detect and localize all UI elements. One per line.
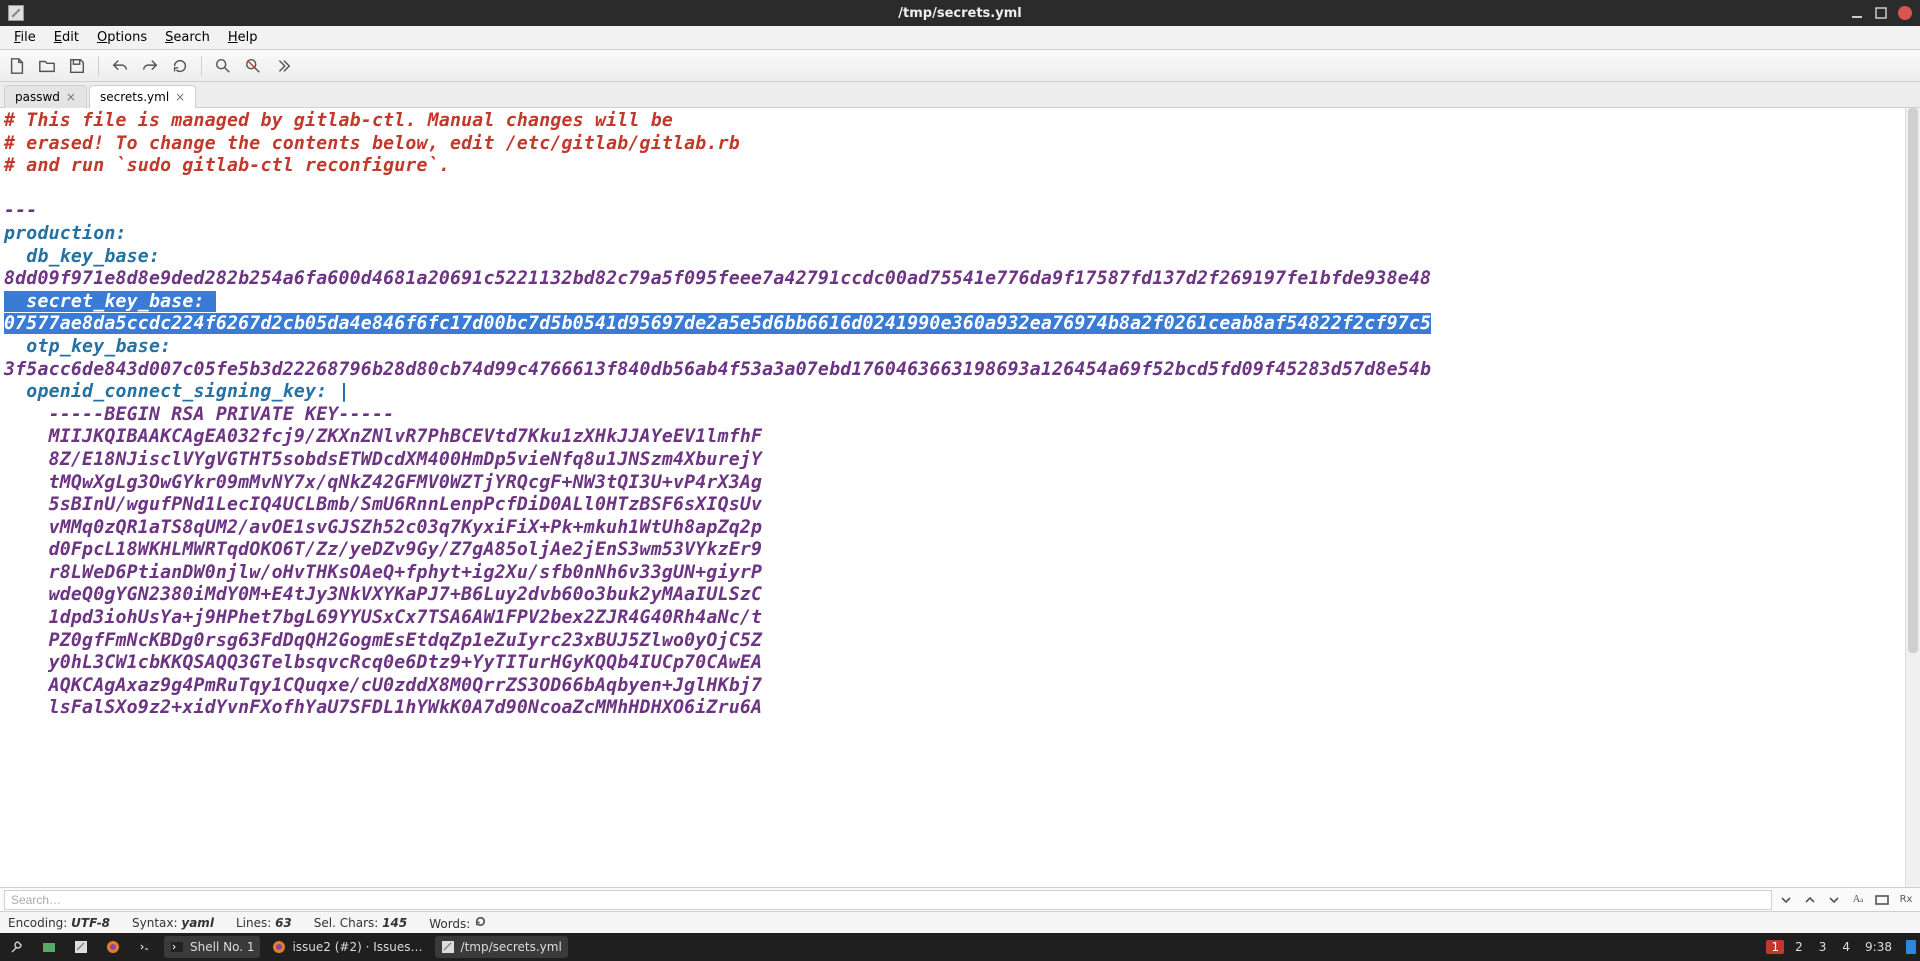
new-file-button[interactable]	[6, 55, 28, 77]
taskbar-item-label: issue2 (#2) · Issues…	[292, 940, 422, 954]
redo-button[interactable]	[139, 55, 161, 77]
workspace-4[interactable]: 4	[1837, 940, 1855, 954]
taskbar-item-firefox[interactable]: issue2 (#2) · Issues…	[266, 936, 428, 958]
search-next-icon[interactable]	[1824, 890, 1844, 910]
editor-area[interactable]: # This file is managed by gitlab-ctl. Ma…	[0, 108, 1920, 887]
search-bar: Aa Rx	[0, 887, 1920, 911]
taskbar-item-editor[interactable]: /tmp/secrets.yml	[435, 936, 568, 958]
status-words: Words:	[429, 915, 487, 931]
os-taskbar: Shell No. 1 issue2 (#2) · Issues… /tmp/s…	[0, 933, 1920, 961]
taskbar-clock: 9:38	[1861, 940, 1896, 954]
taskbar-item-label: Shell No. 1	[190, 940, 254, 954]
separator	[201, 56, 202, 76]
tab-passwd[interactable]: passwd ×	[4, 85, 87, 108]
menu-options[interactable]: Options	[89, 28, 155, 47]
search-word-icon[interactable]	[1872, 890, 1892, 910]
close-icon[interactable]: ×	[66, 91, 76, 103]
status-selection: Sel. Chars: 145	[314, 916, 407, 930]
search-prev-icon[interactable]	[1800, 890, 1820, 910]
undo-button[interactable]	[109, 55, 131, 77]
taskbar-tools-icon[interactable]	[4, 936, 30, 958]
close-button[interactable]	[1898, 6, 1912, 20]
taskbar-item-label: /tmp/secrets.yml	[461, 940, 562, 954]
minimize-button[interactable]	[1850, 6, 1864, 20]
find-button[interactable]	[212, 55, 234, 77]
tab-label: secrets.yml	[100, 90, 169, 104]
search-case-icon[interactable]: Aa	[1848, 890, 1868, 910]
workspace-1[interactable]: 1	[1766, 940, 1784, 954]
maximize-button[interactable]	[1874, 6, 1888, 20]
menu-edit[interactable]: Edit	[46, 28, 87, 47]
window-titlebar: /tmp/secrets.yml	[0, 0, 1920, 26]
find-replace-button[interactable]	[242, 55, 264, 77]
workspace-2[interactable]: 2	[1790, 940, 1808, 954]
more-button[interactable]	[272, 55, 294, 77]
save-button[interactable]	[66, 55, 88, 77]
menu-help[interactable]: Help	[220, 28, 266, 47]
taskbar-editor-icon[interactable]	[68, 936, 94, 958]
close-icon[interactable]: ×	[175, 91, 185, 103]
editor-content[interactable]: # This file is managed by gitlab-ctl. Ma…	[0, 108, 1920, 722]
taskbar-files-icon[interactable]	[36, 936, 62, 958]
taskbar-terminal-icon[interactable]	[132, 936, 158, 958]
toolbar	[0, 50, 1920, 82]
app-icon	[8, 5, 24, 21]
status-encoding: Encoding: UTF-8	[8, 916, 110, 930]
separator	[98, 56, 99, 76]
window-title: /tmp/secrets.yml	[0, 6, 1920, 21]
search-input[interactable]	[4, 890, 1772, 910]
menubar: File Edit Options Search Help	[0, 26, 1920, 50]
search-dropdown-icon[interactable]	[1776, 890, 1796, 910]
open-file-button[interactable]	[36, 55, 58, 77]
reload-button[interactable]	[169, 55, 191, 77]
tab-label: passwd	[15, 90, 60, 104]
tab-secrets[interactable]: secrets.yml ×	[89, 85, 196, 108]
workspace-3[interactable]: 3	[1814, 940, 1832, 954]
notification-icon[interactable]	[1906, 940, 1916, 954]
tab-strip: passwd × secrets.yml ×	[0, 82, 1920, 108]
taskbar-firefox-icon[interactable]	[100, 936, 126, 958]
menu-search[interactable]: Search	[157, 28, 218, 47]
status-syntax: Syntax: yaml	[132, 916, 214, 930]
status-bar: Encoding: UTF-8 Syntax: yaml Lines: 63 S…	[0, 911, 1920, 933]
menu-file[interactable]: File	[6, 28, 44, 47]
search-regex-icon[interactable]: Rx	[1896, 890, 1916, 910]
status-lines: Lines: 63	[236, 916, 292, 930]
taskbar-item-shell[interactable]: Shell No. 1	[164, 936, 260, 958]
vertical-scrollbar[interactable]	[1905, 108, 1920, 887]
